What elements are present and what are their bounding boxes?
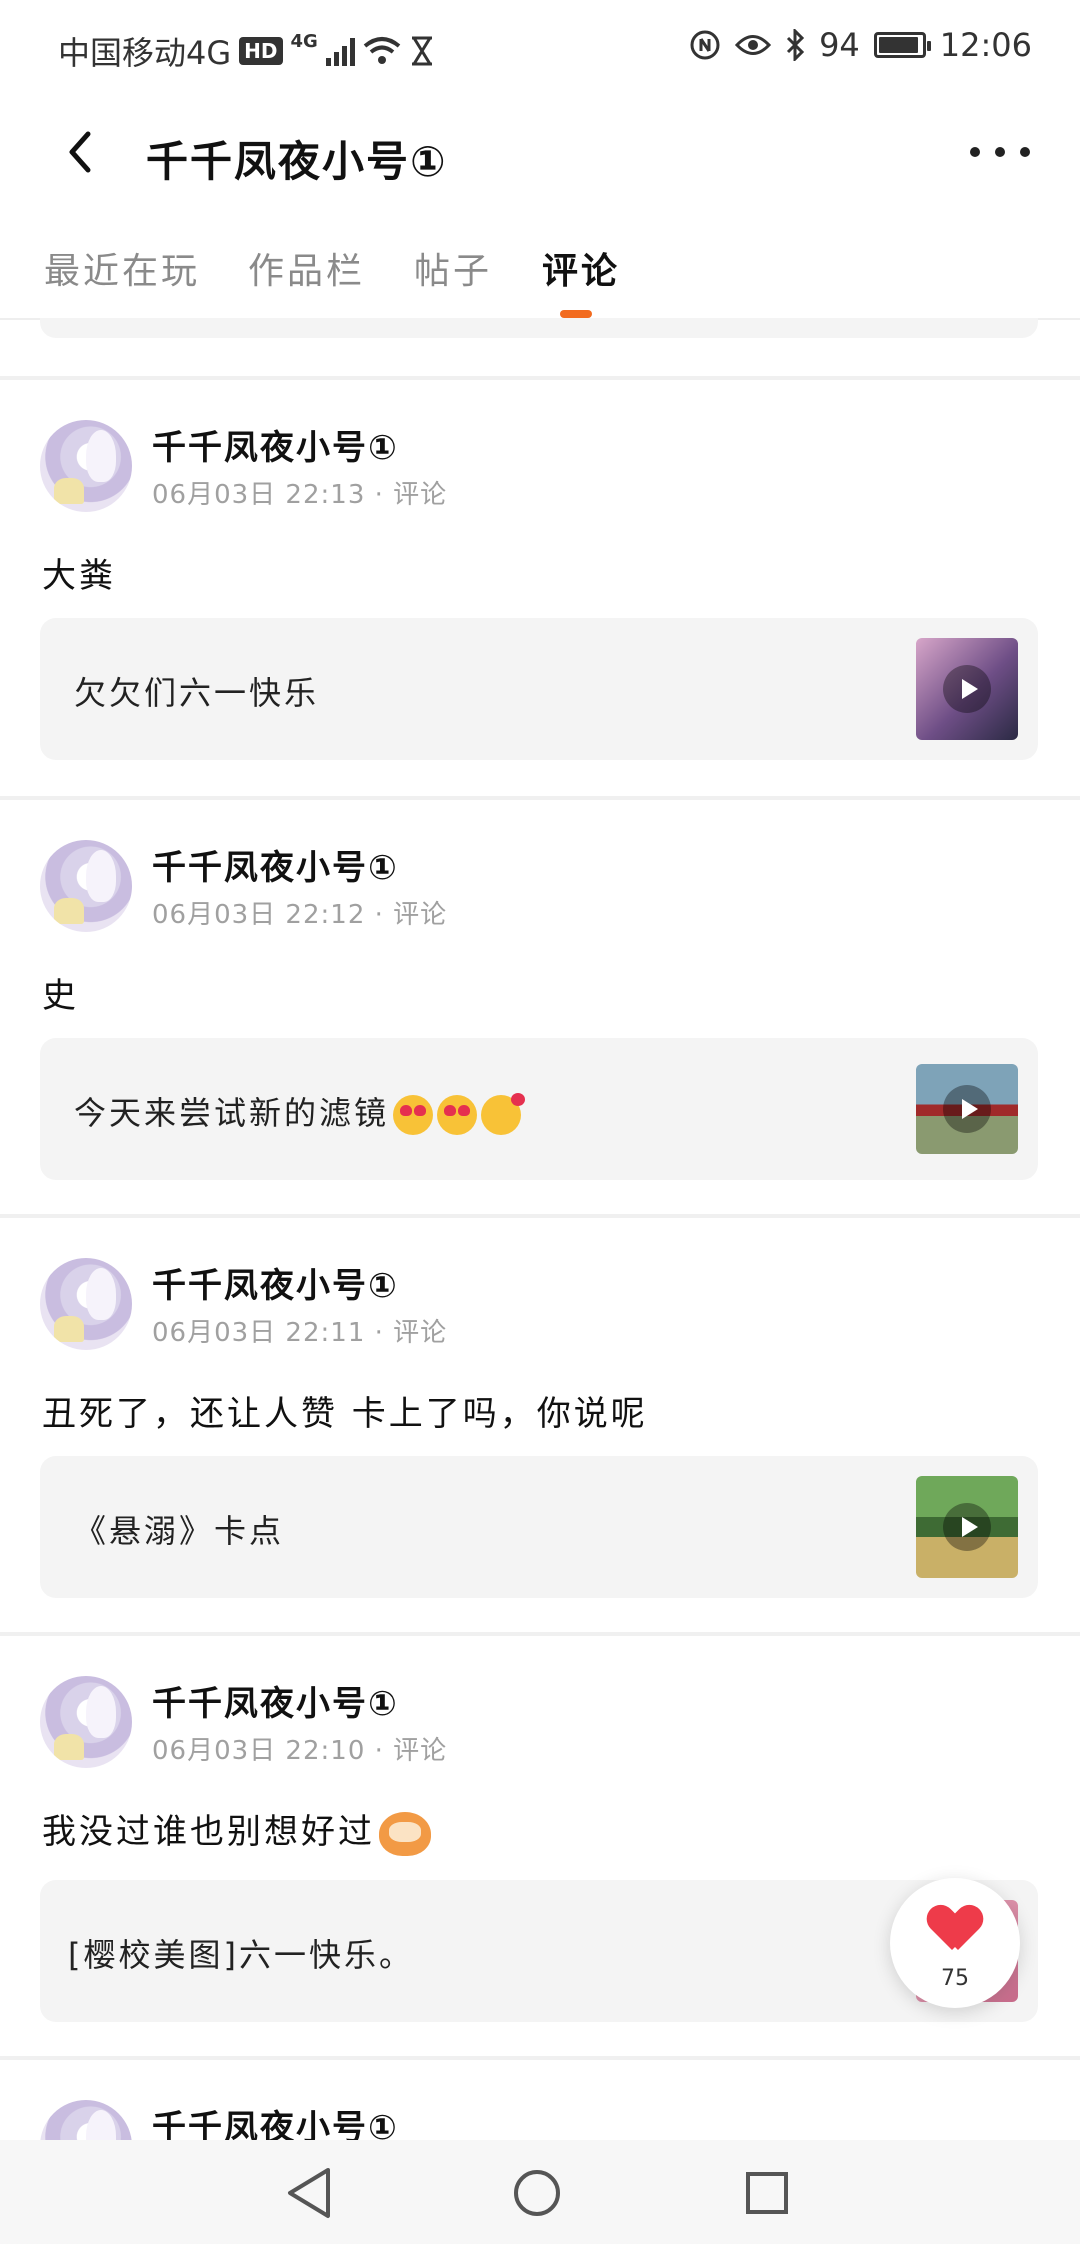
comment-text: 我没过谁也别想好过	[42, 1812, 375, 1852]
previous-quote-card	[40, 318, 1038, 338]
author-name[interactable]: 千千凤夜小号①	[152, 420, 399, 469]
tab-bar: 最近在玩 作品栏 帖子 评论	[0, 230, 1080, 320]
play-icon	[943, 1085, 991, 1133]
quoted-work-title: 《悬溺》卡点	[74, 1512, 285, 1550]
tab-recent[interactable]: 最近在玩	[44, 242, 200, 294]
author-name[interactable]: 千千凤夜小号①	[152, 1676, 399, 1725]
author-name[interactable]: 千千凤夜小号①	[152, 1258, 399, 1307]
avatar[interactable]	[40, 420, 132, 512]
tab-indicator	[560, 310, 592, 318]
hd-badge: HD	[239, 37, 283, 65]
comment-text-row: 我没过谁也别想好过	[42, 1804, 431, 1856]
comment-meta: 06月03日 22:12 · 评论	[152, 900, 448, 930]
wifi-icon	[363, 37, 401, 64]
heart-eyes-emoji-icon	[437, 1095, 478, 1135]
author-name[interactable]: 千千凤夜小号①	[152, 2100, 399, 2144]
comment-text: 丑死了，还让人赞 卡上了吗，你说呢	[42, 1394, 648, 1434]
header: 千千凤夜小号①	[0, 100, 1080, 206]
like-count: 75	[941, 1966, 969, 1991]
quoted-work-card[interactable]: 欠欠们六一快乐	[40, 618, 1038, 760]
carrier-label: 中国移动4G	[58, 34, 232, 72]
network-badge: 4G	[290, 30, 318, 52]
eye-icon	[735, 35, 772, 55]
nav-recents-icon[interactable]	[746, 2172, 788, 2214]
nfc-icon	[690, 30, 720, 60]
heart-icon	[930, 1906, 980, 1952]
kiss-emoji-icon	[481, 1093, 526, 1135]
video-thumbnail[interactable]	[916, 1476, 1018, 1578]
heart-eyes-emoji-icon	[393, 1095, 434, 1135]
status-left: 中国移动4G HD 4G	[58, 28, 435, 74]
monkey-emoji-icon	[379, 1811, 431, 1856]
nav-home-icon[interactable]	[514, 2170, 560, 2216]
clock: 12:06	[939, 26, 1032, 64]
nav-back-icon[interactable]	[284, 2166, 334, 2220]
comment-meta: 06月03日 22:10 · 评论	[152, 1736, 448, 1766]
video-thumbnail[interactable]	[916, 638, 1018, 740]
quoted-work-card[interactable]: 《悬溺》卡点	[40, 1456, 1038, 1598]
back-arrow-icon[interactable]	[56, 126, 108, 178]
bluetooth-icon	[787, 29, 805, 61]
tab-works[interactable]: 作品栏	[248, 242, 365, 294]
signal-icon	[325, 36, 355, 66]
tab-posts[interactable]: 帖子	[414, 242, 492, 294]
author-name[interactable]: 千千凤夜小号①	[152, 840, 399, 889]
tab-comments[interactable]: 评论	[542, 242, 620, 294]
avatar[interactable]	[40, 840, 132, 932]
like-button[interactable]: 75	[890, 1878, 1020, 2008]
video-thumbnail[interactable]	[916, 1064, 1018, 1154]
comment-text: 大粪	[42, 556, 116, 596]
hourglass-icon	[411, 36, 432, 66]
comment-meta: 06月03日 22:11 · 评论	[152, 1318, 448, 1348]
comment-item: 千千凤夜小号① 06月03日 22:11 · 评论 丑死了，还让人赞 卡上了吗，…	[0, 1214, 1080, 1636]
avatar[interactable]	[40, 2100, 132, 2144]
play-icon	[943, 665, 991, 713]
system-nav-bar	[0, 2140, 1080, 2244]
comment-meta: 06月03日 22:13 · 评论	[152, 480, 448, 510]
comment-item: 千千凤夜小号①	[0, 2056, 1080, 2144]
play-icon	[943, 1503, 991, 1551]
quoted-work-title: [樱校美图]六一快乐。	[68, 1936, 414, 1974]
quoted-work-card[interactable]: 今天来尝试新的滤镜	[40, 1038, 1038, 1180]
comment-item: 千千凤夜小号① 06月03日 22:13 · 评论 大粪 欠欠们六一快乐	[0, 376, 1080, 800]
battery-level: 94	[819, 26, 860, 64]
battery-icon	[873, 32, 931, 58]
quoted-work-title: 欠欠们六一快乐	[74, 674, 320, 712]
page-title: 千千凤夜小号①	[146, 137, 448, 186]
avatar[interactable]	[40, 1258, 132, 1350]
comment-item: 千千凤夜小号① 06月03日 22:12 · 评论 史 今天来尝试新的滤镜	[0, 796, 1080, 1218]
avatar[interactable]	[40, 1676, 132, 1768]
quoted-work-title: 今天来尝试新的滤镜	[74, 1094, 390, 1132]
quoted-work-title-row: 今天来尝试新的滤镜	[74, 1088, 526, 1135]
status-right: 94 12:06	[689, 26, 1032, 64]
more-dots-icon[interactable]	[970, 134, 1030, 170]
comment-text: 史	[42, 976, 79, 1016]
quoted-work-card[interactable]: [樱校美图]六一快乐。	[40, 1880, 1038, 2022]
status-bar: 中国移动4G HD 4G 94 12:06	[0, 0, 1080, 100]
